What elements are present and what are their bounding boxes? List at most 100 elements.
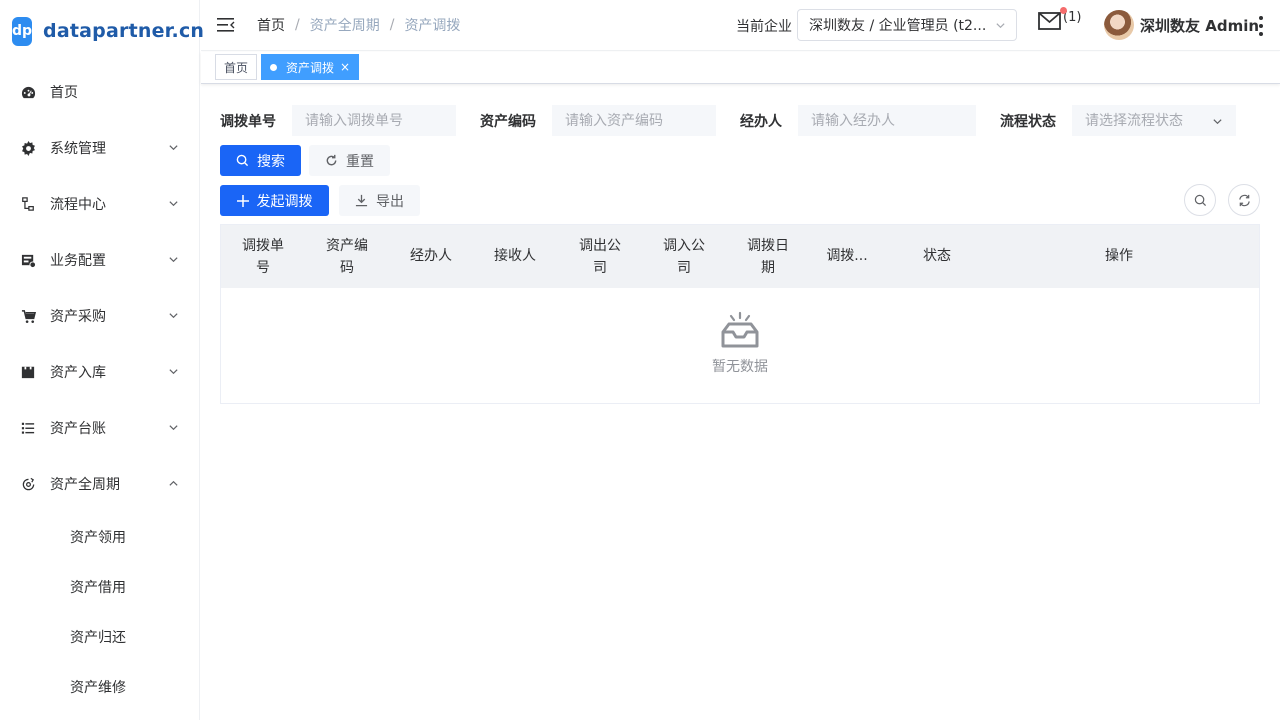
company-label: 当前企业: [736, 19, 792, 35]
close-icon[interactable]: ×: [340, 60, 350, 74]
company-select[interactable]: 深圳数友 / 企业管理员 (t2...: [797, 9, 1017, 41]
chevron-down-icon: [169, 313, 178, 319]
refresh-icon: [326, 154, 337, 166]
chevron-down-icon: [169, 145, 178, 151]
sidebar-item-system[interactable]: 系统管理: [0, 120, 199, 176]
breadcrumb-lifecycle: 资产全周期: [309, 18, 380, 34]
tags-bar: 首页 资产调拨 ×: [201, 52, 1280, 84]
more-vertical-icon[interactable]: [1258, 16, 1264, 36]
sidebar-item-label: 资产入库: [50, 365, 106, 381]
transfer-no-input[interactable]: [292, 105, 456, 136]
start-transfer-label: 发起调拨: [256, 193, 313, 210]
chevron-down-icon: [1213, 119, 1222, 125]
refresh-icon: [1238, 194, 1250, 206]
gear-icon: [20, 140, 36, 156]
breadcrumb-home[interactable]: 首页: [257, 15, 285, 35]
column-header-transfer-date[interactable]: 调拨日期: [740, 235, 796, 279]
sidebar-item-lifecycle[interactable]: 资产全周期: [0, 456, 199, 512]
sidebar-menu: 首页 系统管理 流程中心 业务配置 资产采购 资产入库 资产台账 资产全周期 资…: [0, 64, 199, 712]
column-header-actions: 操作: [1105, 248, 1133, 264]
breadcrumb: 首页 / 资产全周期 / 资产调拨: [257, 15, 460, 35]
download-icon: [355, 194, 368, 207]
asset-code-input[interactable]: [552, 105, 716, 136]
start-transfer-button[interactable]: 发起调拨: [220, 185, 329, 216]
sidebar-subitem-requisition[interactable]: 资产领用: [0, 512, 199, 562]
tag-label: 资产调拨: [286, 60, 335, 75]
cycle-icon: [20, 476, 36, 492]
logo-mark: dp: [12, 16, 33, 46]
export-button[interactable]: 导出: [339, 185, 420, 216]
label-transfer-no: 调拨单号: [220, 114, 276, 130]
breadcrumb-separator: /: [389, 17, 395, 33]
column-header-receiver[interactable]: 接收人: [487, 245, 543, 267]
refresh-button[interactable]: [1228, 184, 1260, 216]
chevron-down-icon: [996, 23, 1005, 29]
list-icon: [20, 420, 36, 436]
sidebar-item-label: 资产采购: [50, 309, 106, 325]
label-asset-code: 资产编码: [480, 114, 536, 130]
sidebar-item-ledger[interactable]: 资产台账: [0, 400, 199, 456]
config-icon: [20, 252, 36, 268]
sidebar-item-label: 系统管理: [50, 141, 106, 157]
tag-transfer[interactable]: 资产调拨 ×: [261, 54, 360, 80]
top-header: 首页 / 资产全周期 / 资产调拨 当前企业 深圳数友 / 企业管理员 (t2.…: [201, 0, 1280, 51]
sidebar-item-label: 首页: [50, 85, 78, 101]
toggle-search-button[interactable]: [1184, 184, 1216, 216]
user-name[interactable]: 深圳数友 Admin: [1140, 15, 1259, 36]
handler-input[interactable]: [798, 105, 976, 136]
sidebar-item-purchase[interactable]: 资产采购: [0, 288, 199, 344]
reset-button[interactable]: 重置: [309, 145, 390, 176]
column-header-handler[interactable]: 经办人: [403, 245, 459, 267]
chevron-down-icon: [169, 201, 178, 207]
chevron-down-icon: [169, 369, 178, 375]
mail-icon: [1038, 12, 1061, 30]
sidebar-subitem-return[interactable]: 资产归还: [0, 612, 199, 662]
reset-button-label: 重置: [346, 153, 374, 170]
sidebar-item-warehousing[interactable]: 资产入库: [0, 344, 199, 400]
sidebar-item-home[interactable]: 首页: [0, 64, 199, 120]
hamburger-icon[interactable]: [217, 16, 235, 34]
sidebar-item-label: 业务配置: [50, 253, 106, 269]
tag-label: 首页: [224, 60, 249, 75]
avatar[interactable]: [1104, 10, 1134, 40]
sidebar-item-label: 流程中心: [50, 197, 106, 213]
flow-icon: [20, 196, 36, 212]
sidebar-item-label: 资产全周期: [50, 477, 120, 493]
search-button[interactable]: 搜索: [220, 145, 301, 176]
empty-box-icon: [721, 311, 759, 348]
mail-button[interactable]: (1): [1038, 7, 1081, 30]
logo-text: datapartner.cn: [43, 20, 205, 42]
column-header-from-company[interactable]: 调出公司: [572, 235, 628, 279]
table-empty-state: 暂无数据: [221, 288, 1259, 404]
tag-home[interactable]: 首页: [215, 54, 258, 80]
search-icon: [1194, 194, 1206, 206]
storage-icon: [20, 364, 36, 380]
breadcrumb-current: 资产调拨: [404, 18, 461, 34]
sidebar-item-business-config[interactable]: 业务配置: [0, 232, 199, 288]
column-header-transfer-reason[interactable]: 调拨...: [819, 245, 875, 267]
breadcrumb-separator: /: [295, 17, 300, 33]
sidebar-subitem-repair[interactable]: 资产维修: [0, 662, 199, 712]
sidebar-subitem-borrow[interactable]: 资产借用: [0, 562, 199, 612]
dashboard-icon: [20, 84, 36, 100]
cart-icon: [20, 308, 36, 324]
search-button-label: 搜索: [257, 153, 285, 170]
logo[interactable]: dp datapartner.cn: [0, 0, 204, 62]
chevron-down-icon: [169, 257, 178, 263]
chevron-down-icon: [169, 425, 178, 431]
sidebar: dp datapartner.cn 首页 系统管理 流程中心 业务配置 资产采购…: [0, 0, 204, 720]
sidebar-item-flow[interactable]: 流程中心: [0, 176, 199, 232]
sidebar-item-label: 资产台账: [50, 421, 106, 437]
column-header-transfer-no[interactable]: 调拨单号: [235, 235, 291, 279]
column-header-to-company[interactable]: 调入公司: [656, 235, 712, 279]
table-header: 调拨单号 资产编码 经办人 接收人 调出公司 调入公司 调拨日期 调拨... 状…: [221, 225, 1259, 288]
notification-dot: [1060, 7, 1067, 14]
chevron-up-icon: [169, 480, 178, 486]
column-header-asset-code[interactable]: 资产编码: [319, 235, 375, 279]
label-handler: 经办人: [740, 114, 782, 130]
transfer-table: 调拨单号 资产编码 经办人 接收人 调出公司 调入公司 调拨日期 调拨... 状…: [220, 224, 1260, 404]
plus-icon: [236, 194, 249, 207]
search-icon: [236, 154, 249, 167]
column-header-status[interactable]: 状态: [909, 245, 965, 267]
label-flow-status: 流程状态: [1000, 114, 1056, 130]
